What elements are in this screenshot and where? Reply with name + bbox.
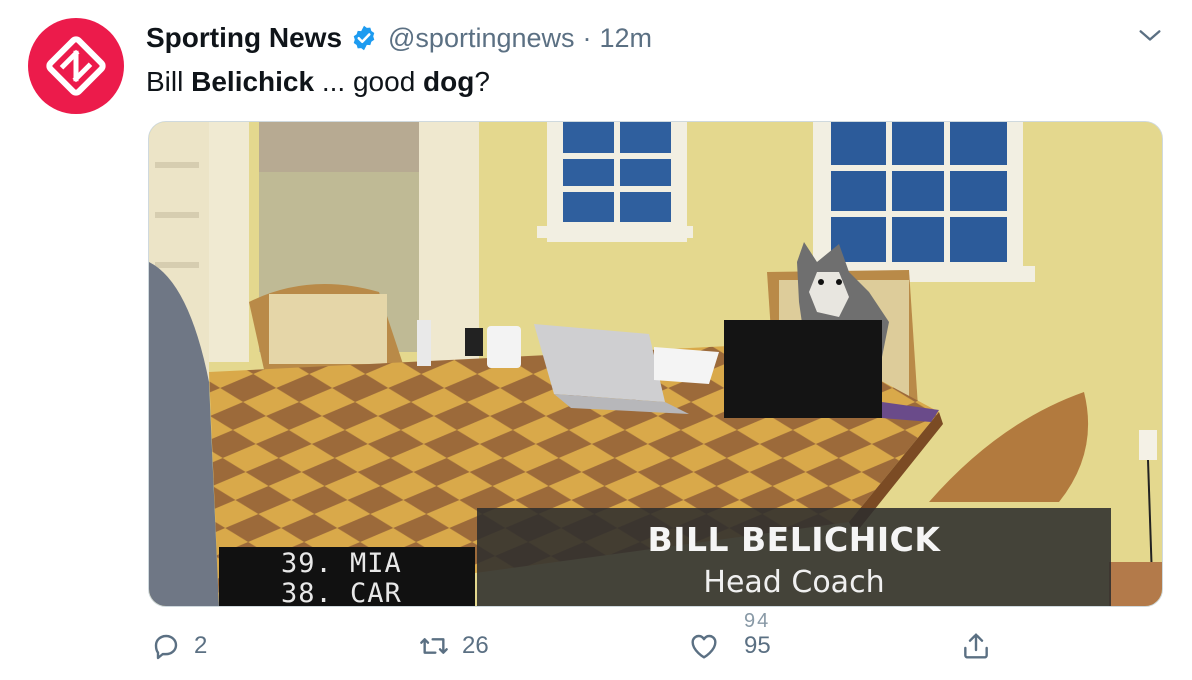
tweet-text-part: Bill	[146, 66, 192, 97]
share-button[interactable]	[960, 630, 992, 662]
timestamp[interactable]: 12m	[600, 23, 653, 54]
tweet-text-part: ... good	[314, 66, 424, 97]
lower-third-name: BILL BELICHICK	[647, 520, 941, 559]
author-name[interactable]: Sporting News	[146, 22, 342, 54]
score-line: 39. MIA	[281, 548, 402, 579]
like-count-previous: 94	[744, 610, 771, 632]
tweet-text-part: ?	[474, 66, 490, 97]
reply-icon	[154, 634, 178, 660]
sporting-news-logo-icon	[46, 36, 106, 96]
tweet-media[interactable]: 39. MIA 38. CAR BILL BELICHICK Head Coac…	[148, 121, 1163, 607]
retweet-count: 26	[462, 632, 489, 659]
retweet-button[interactable]: 26	[418, 630, 489, 662]
tweet-actions: 2 26 94 95	[0, 610, 1192, 676]
retweet-icon	[420, 638, 448, 654]
tweet[interactable]: Sporting News @sportingnews · 12m Bill B…	[0, 0, 1192, 680]
lower-third-title: Head Coach	[703, 565, 885, 600]
tweet-text-bold: dog	[423, 66, 475, 97]
like-count-value: 95	[744, 632, 771, 659]
tweet-text: Bill Belichick ... good dog?	[146, 64, 490, 100]
lower-third-graphic: BILL BELICHICK Head Coach	[477, 508, 1111, 606]
like-button[interactable]: 94 95	[688, 610, 771, 662]
avatar[interactable]	[28, 18, 124, 114]
reply-button[interactable]: 2	[150, 630, 207, 662]
tweet-header: Sporting News @sportingnews · 12m	[146, 20, 652, 56]
author-handle[interactable]: @sportingnews	[388, 23, 575, 54]
tweet-text-bold: Belichick	[191, 66, 315, 97]
separator-dot: ·	[582, 22, 592, 53]
score-ticker: 39. MIA 38. CAR	[219, 547, 475, 607]
share-icon	[964, 633, 988, 659]
score-line: 38. CAR	[281, 578, 402, 607]
chevron-down-icon[interactable]	[1136, 22, 1164, 50]
heart-icon	[691, 634, 717, 659]
verified-badge-icon	[353, 25, 375, 51]
reply-count: 2	[194, 632, 208, 659]
like-count: 94 95	[732, 610, 771, 660]
